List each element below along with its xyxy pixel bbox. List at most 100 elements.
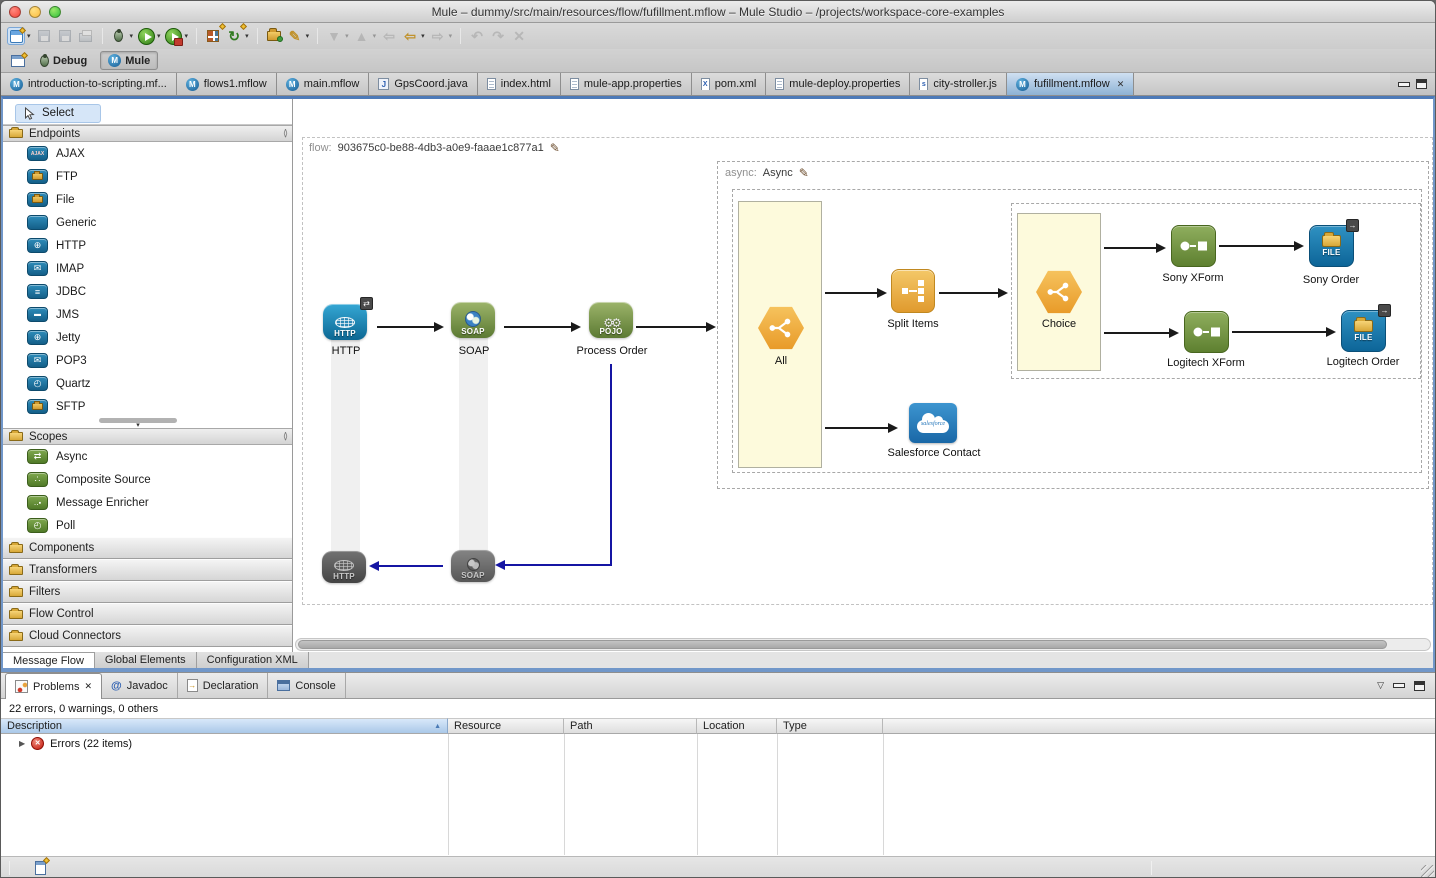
close-view-icon[interactable]: ✕ — [84, 681, 92, 692]
palette-group-components[interactable]: Components — [3, 537, 292, 559]
minimize-view-icon[interactable] — [1398, 82, 1410, 87]
tab-declaration[interactable]: → Declaration — [178, 673, 269, 698]
debug-button[interactable] — [110, 27, 128, 45]
palette-item-jdbc[interactable]: ≡JDBC — [3, 280, 292, 303]
palette-item-http[interactable]: ⊕HTTP — [3, 234, 292, 257]
update-project-dropdown[interactable]: ▾ — [245, 32, 249, 40]
undo-button[interactable]: ↶ — [468, 27, 486, 45]
back-button[interactable]: ⇦ — [401, 27, 419, 45]
palette-item-jms[interactable]: ▬JMS — [3, 303, 292, 326]
run-secure-dropdown[interactable]: ▾ — [185, 32, 189, 40]
zoom-window-button[interactable] — [49, 6, 61, 18]
forward-dropdown[interactable]: ▾ — [449, 32, 453, 40]
column-resource[interactable]: Resource — [448, 718, 564, 734]
restore-view-icon[interactable] — [35, 861, 46, 875]
palette-item-poll[interactable]: ◴Poll — [3, 514, 292, 537]
edit-async-name-icon[interactable]: ✎ — [799, 166, 809, 180]
back-dropdown[interactable]: ▾ — [421, 32, 425, 40]
tab-problems[interactable]: Problems ✕ — [5, 673, 102, 699]
column-type[interactable]: Type — [777, 718, 883, 734]
palette-item-jetty[interactable]: ⊕Jetty — [3, 326, 292, 349]
run-dropdown[interactable]: ▾ — [157, 32, 161, 40]
search-markers-button[interactable]: ✎ — [286, 27, 304, 45]
http-response-node[interactable]: HTTP — [322, 551, 366, 583]
tab-mule-app-properties[interactable]: mule-app.properties — [561, 73, 692, 95]
palette-item-ajax[interactable]: AJAXAJAX — [3, 142, 292, 165]
new-wizard-dropdown[interactable]: ▾ — [27, 32, 31, 40]
sony-xform-node[interactable] — [1171, 225, 1216, 267]
resize-grip[interactable] — [1421, 865, 1434, 878]
palette-item-composite-source[interactable]: ∴Composite Source — [3, 468, 292, 491]
expand-arrow-icon[interactable]: ▶ — [19, 739, 25, 748]
forward-button[interactable]: ⇨ — [429, 27, 447, 45]
view-menu-icon[interactable]: ▽ — [1377, 680, 1384, 691]
palette-item-sftp[interactable]: SFTP — [3, 395, 292, 418]
palette-item-async[interactable]: ⇄Async — [3, 445, 292, 468]
run-button[interactable] — [137, 27, 155, 45]
maximize-view-icon[interactable] — [1414, 681, 1425, 691]
run-secure-button[interactable] — [165, 27, 183, 45]
tab-mule-deploy-properties[interactable]: mule-deploy.properties — [766, 73, 910, 95]
maximize-view-icon[interactable] — [1416, 79, 1427, 89]
errors-group-row[interactable]: ▶ ✕ Errors (22 items) — [1, 735, 132, 752]
split-items-node[interactable] — [891, 269, 935, 313]
column-description[interactable]: Description▲ — [1, 718, 448, 734]
save-button[interactable] — [35, 27, 53, 45]
palette-item-file[interactable]: File — [3, 188, 292, 211]
new-wizard-button[interactable] — [7, 27, 25, 45]
save-all-button[interactable] — [56, 27, 74, 45]
palette-item-quartz[interactable]: ◴Quartz — [3, 372, 292, 395]
last-edit-location-button[interactable]: ⇦ — [380, 27, 398, 45]
tab-javadoc[interactable]: @ Javadoc — [102, 673, 178, 698]
next-annotation-button[interactable]: ▼ — [325, 27, 343, 45]
open-resource-button[interactable] — [265, 27, 283, 45]
http-endpoint-node[interactable]: ⇄ HTTP — [323, 304, 367, 340]
column-location[interactable]: Location — [697, 718, 777, 734]
perspective-mule[interactable]: M Mule — [100, 51, 158, 70]
palette-item-imap[interactable]: ✉IMAP — [3, 257, 292, 280]
tab-message-flow[interactable]: Message Flow — [3, 652, 95, 668]
pin-palette-icon[interactable]: ⟨⟩ — [283, 431, 286, 442]
redo-button[interactable]: ↷ — [489, 27, 507, 45]
soap-response-node[interactable]: SOAP — [451, 550, 495, 582]
column-path[interactable]: Path — [564, 718, 697, 734]
palette-group-cloud-connectors[interactable]: Cloud Connectors — [3, 625, 292, 647]
open-perspective-button[interactable] — [9, 52, 27, 70]
flow-canvas[interactable]: flow: 903675c0-be88-4db3-a0e9-faaae1c877… — [293, 99, 1433, 652]
tab-introduction-to-scripting[interactable]: Mintroduction-to-scripting.mf... — [1, 73, 177, 95]
salesforce-contact-node[interactable]: salesforce — [909, 403, 957, 443]
palette-group-flow-control[interactable]: Flow Control — [3, 603, 292, 625]
scrollbar-thumb[interactable] — [298, 640, 1387, 649]
tab-global-elements[interactable]: Global Elements — [95, 652, 197, 668]
tab-configuration-xml[interactable]: Configuration XML — [197, 652, 309, 668]
logitech-order-node[interactable]: → FILE — [1341, 310, 1386, 352]
minimize-view-icon[interactable] — [1393, 683, 1405, 688]
palette-item-pop3[interactable]: ✉POP3 — [3, 349, 292, 372]
pin-palette-icon[interactable]: ⟨⟩ — [283, 128, 286, 139]
tab-index-html[interactable]: index.html — [478, 73, 561, 95]
canvas-horizontal-scrollbar[interactable] — [295, 638, 1431, 651]
edit-flow-name-icon[interactable]: ✎ — [550, 141, 560, 155]
new-mule-project-button[interactable] — [204, 27, 222, 45]
soap-node[interactable]: SOAP — [451, 302, 495, 338]
palette-item-ftp[interactable]: FTP — [3, 165, 292, 188]
tab-fufillment-mflow[interactable]: Mfufillment.mflow✕ — [1007, 73, 1134, 95]
delete-button[interactable]: ✕ — [510, 27, 528, 45]
palette-group-filters[interactable]: Filters — [3, 581, 292, 603]
logitech-xform-node[interactable] — [1184, 311, 1229, 353]
prev-annotation-dropdown[interactable]: ▾ — [373, 32, 377, 40]
perspective-debug[interactable]: Debug — [33, 53, 94, 69]
print-button[interactable] — [77, 27, 95, 45]
tab-city-stroller-js[interactable]: scity-stroller.js — [910, 73, 1007, 95]
close-window-button[interactable] — [9, 6, 21, 18]
tab-console[interactable]: Console — [268, 673, 345, 698]
palette-scroll-indicator[interactable]: ▾ — [98, 418, 178, 428]
sony-order-node[interactable]: → FILE — [1309, 225, 1354, 267]
next-annotation-dropdown[interactable]: ▾ — [345, 32, 349, 40]
select-tool-button[interactable]: Select — [15, 104, 101, 123]
tab-gpscoord-java[interactable]: JGpsCoord.java — [369, 73, 477, 95]
palette-group-endpoints[interactable]: Endpoints ⟨⟩ — [3, 125, 292, 142]
tab-flows1-mflow[interactable]: Mflows1.mflow — [177, 73, 277, 95]
palette-group-scopes[interactable]: Scopes ⟨⟩ — [3, 428, 292, 445]
process-order-node[interactable]: ⚙⚙ POJO — [589, 302, 633, 338]
